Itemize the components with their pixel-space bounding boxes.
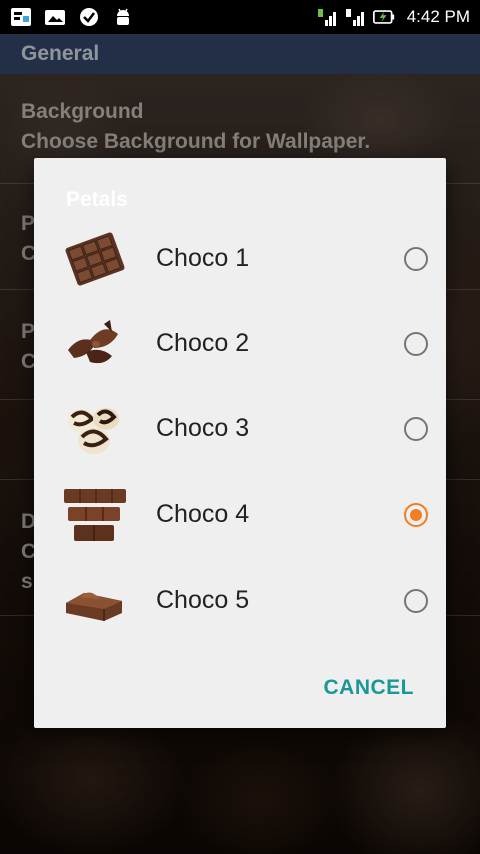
radio-button[interactable] <box>404 416 428 441</box>
option-label: Choco 4 <box>156 500 250 528</box>
option-choco-1[interactable]: Choco 1 <box>34 216 446 301</box>
dialog-title: Petals <box>66 188 128 211</box>
chocolate-swirl-cookies-icon <box>60 394 130 464</box>
radio-button-selected[interactable] <box>404 502 428 527</box>
chocolate-piece-icon <box>60 566 130 636</box>
android-icon <box>112 7 134 27</box>
status-time: 4:42 PM <box>406 7 470 26</box>
option-choco-4[interactable]: Choco 4 <box>34 472 446 557</box>
chocolate-pieces-stack-icon <box>60 480 130 550</box>
option-choco-5[interactable]: Choco 5 <box>34 558 446 643</box>
cancel-button[interactable]: CANCEL <box>324 676 415 700</box>
check-circle-icon <box>78 7 100 27</box>
status-bar: 4:42 PM <box>0 0 480 34</box>
radio-button[interactable] <box>404 588 428 613</box>
option-choco-3[interactable]: Choco 3 <box>34 386 446 471</box>
image-icon <box>44 7 66 27</box>
chocolate-curls-icon <box>60 309 130 379</box>
option-label: Choco 3 <box>156 414 250 442</box>
battery-charging-icon <box>372 7 395 27</box>
radio-button[interactable] <box>404 331 428 356</box>
signal-2-icon <box>345 7 367 27</box>
petals-dialog: Petals Choco 1 Choco 2 Choco 3 Choco 4 C… <box>34 158 446 728</box>
option-label: Choco 5 <box>156 586 250 614</box>
chocolate-bar-icon <box>60 224 130 294</box>
option-choco-2[interactable]: Choco 2 <box>34 301 446 386</box>
signal-1-icon <box>317 7 339 27</box>
screenshot-app-icon <box>10 7 32 27</box>
radio-button[interactable] <box>404 246 428 271</box>
option-label: Choco 1 <box>156 244 250 272</box>
option-label: Choco 2 <box>156 329 250 357</box>
